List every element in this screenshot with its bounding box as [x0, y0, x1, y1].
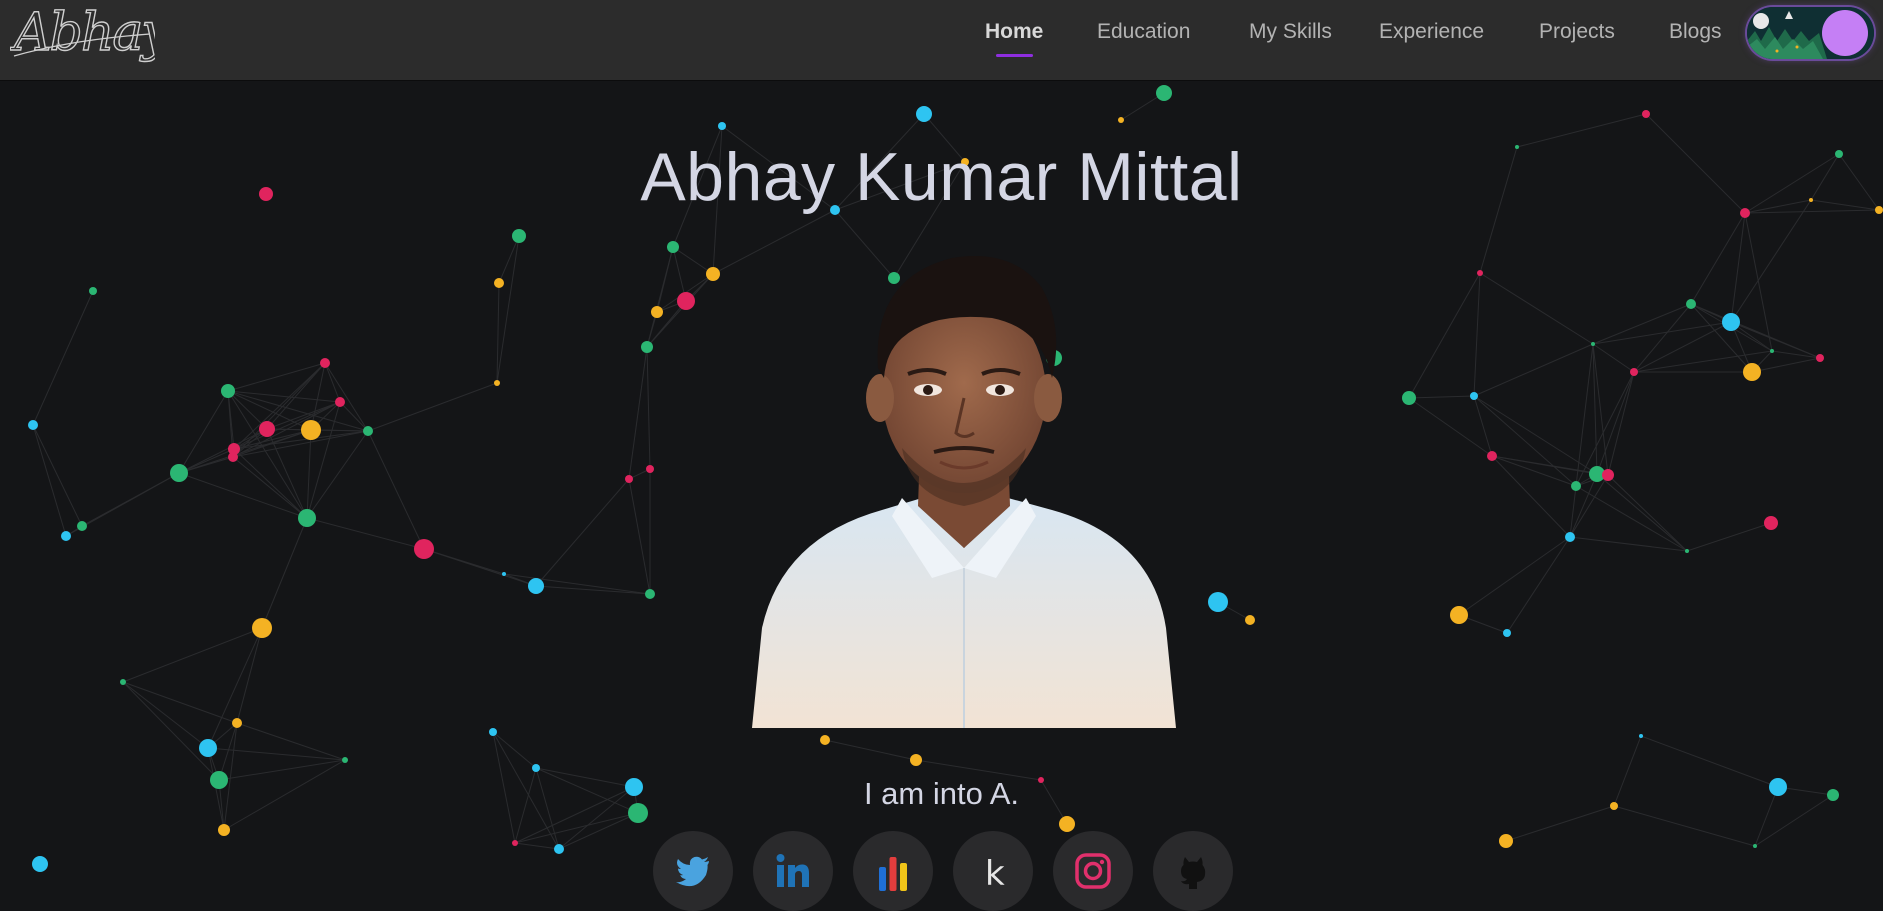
site-logo[interactable]: Abhay [10, 0, 155, 70]
particle-dot [706, 267, 720, 281]
github-link[interactable] [1153, 831, 1233, 911]
twitter-icon [676, 856, 709, 887]
particle-dot [1764, 516, 1778, 530]
navbar: Abhay Home Education My Skills Experienc… [0, 0, 1883, 80]
particle-dot [1770, 349, 1774, 353]
particle-dot [1591, 342, 1595, 346]
particle-dot [199, 739, 217, 757]
particle-dot [512, 229, 526, 243]
particle-dot [494, 380, 500, 386]
particle-dot [221, 384, 235, 398]
particle-dot [528, 578, 544, 594]
particle-dot [1245, 615, 1255, 625]
hero-tagline: I am into A. [0, 776, 1883, 812]
nav-item-my-skills[interactable]: My Skills [1249, 20, 1332, 44]
particle-dot [170, 464, 188, 482]
particle-dot [910, 754, 922, 766]
nav-item-blogs[interactable]: Blogs [1669, 20, 1722, 44]
instagram-link[interactable] [1053, 831, 1133, 911]
particle-dot [667, 241, 679, 253]
tagline-text: I am into A [863, 776, 1011, 811]
particle-dot [1487, 451, 1497, 461]
github-icon [1181, 857, 1206, 889]
particle-dot [252, 618, 272, 638]
particle-dot [228, 452, 238, 462]
particle-dot [1722, 313, 1740, 331]
particle-dot [532, 764, 540, 772]
particle-dot [77, 521, 87, 531]
particle-dot [1156, 85, 1172, 101]
linkedin-link[interactable] [753, 831, 833, 911]
nav-item-home[interactable]: Home [985, 20, 1043, 44]
active-nav-indicator [996, 54, 1033, 57]
particle-dot [645, 589, 655, 599]
kaggle-link[interactable]: k [953, 831, 1033, 911]
particle-dot [335, 397, 345, 407]
nav-item-projects[interactable]: Projects [1539, 20, 1615, 44]
particle-dot [1639, 734, 1643, 738]
profile-photo [752, 256, 1176, 728]
particle-dot [89, 287, 97, 295]
linkedin-icon [776, 854, 809, 887]
theme-toggle[interactable] [1747, 7, 1874, 59]
svg-text:k: k [985, 854, 1005, 891]
particle-dot [1477, 270, 1483, 276]
particle-dot [820, 735, 830, 745]
particle-dot [1753, 844, 1757, 848]
nav-item-experience[interactable]: Experience [1379, 20, 1484, 44]
particle-dot [120, 679, 126, 685]
particle-dot [1450, 606, 1468, 624]
particle-dot [651, 306, 663, 318]
particle-dot [1059, 816, 1075, 832]
particle-dot [1402, 391, 1416, 405]
particle-dot [320, 358, 330, 368]
particle-dot [677, 292, 695, 310]
hero-name: Abhay Kumar Mittal [640, 139, 1243, 215]
particle-dot [218, 824, 230, 836]
logo-text: Abhay [10, 3, 155, 63]
bar-chart-icon [879, 857, 907, 891]
particle-dot [554, 844, 564, 854]
typing-cursor: . [1010, 776, 1020, 811]
particle-dot [28, 420, 38, 430]
particle-dot [489, 728, 497, 736]
particle-dot [363, 426, 373, 436]
particle-dot [494, 278, 504, 288]
particle-dot [1642, 110, 1650, 118]
particle-dot [1503, 629, 1511, 637]
particle-dot [1743, 363, 1761, 381]
particle-dot [259, 421, 275, 437]
particle-dot [1685, 549, 1689, 553]
particle-dot [646, 465, 654, 473]
instagram-icon [1075, 853, 1111, 889]
particle-dot [32, 856, 48, 872]
particle-dot [301, 420, 321, 440]
particle-dot [1499, 834, 1513, 848]
particle-dot [1208, 592, 1228, 612]
particle-dot [1470, 392, 1478, 400]
particle-dot [625, 475, 633, 483]
particle-dot [298, 509, 316, 527]
twitter-link[interactable] [653, 831, 733, 911]
toggle-knob [1822, 10, 1868, 56]
particle-dot [1118, 117, 1124, 123]
particle-dot [342, 757, 348, 763]
particle-dot [1565, 532, 1575, 542]
particle-dot [414, 539, 434, 559]
nav-item-education[interactable]: Education [1097, 20, 1190, 44]
particle-dot [232, 718, 242, 728]
particle-dot [1571, 481, 1581, 491]
particle-dot [1816, 354, 1824, 362]
kaggle-icon: k [985, 854, 1005, 891]
particle-dot [641, 341, 653, 353]
particle-dot [1686, 299, 1696, 309]
particle-dot [502, 572, 506, 576]
particle-dot [1630, 368, 1638, 376]
bar-chart-link[interactable] [853, 831, 933, 911]
particle-dot [916, 106, 932, 122]
particle-dot [61, 531, 71, 541]
particle-dot [718, 122, 726, 130]
particle-dot [512, 840, 518, 846]
particle-dot [1602, 469, 1614, 481]
